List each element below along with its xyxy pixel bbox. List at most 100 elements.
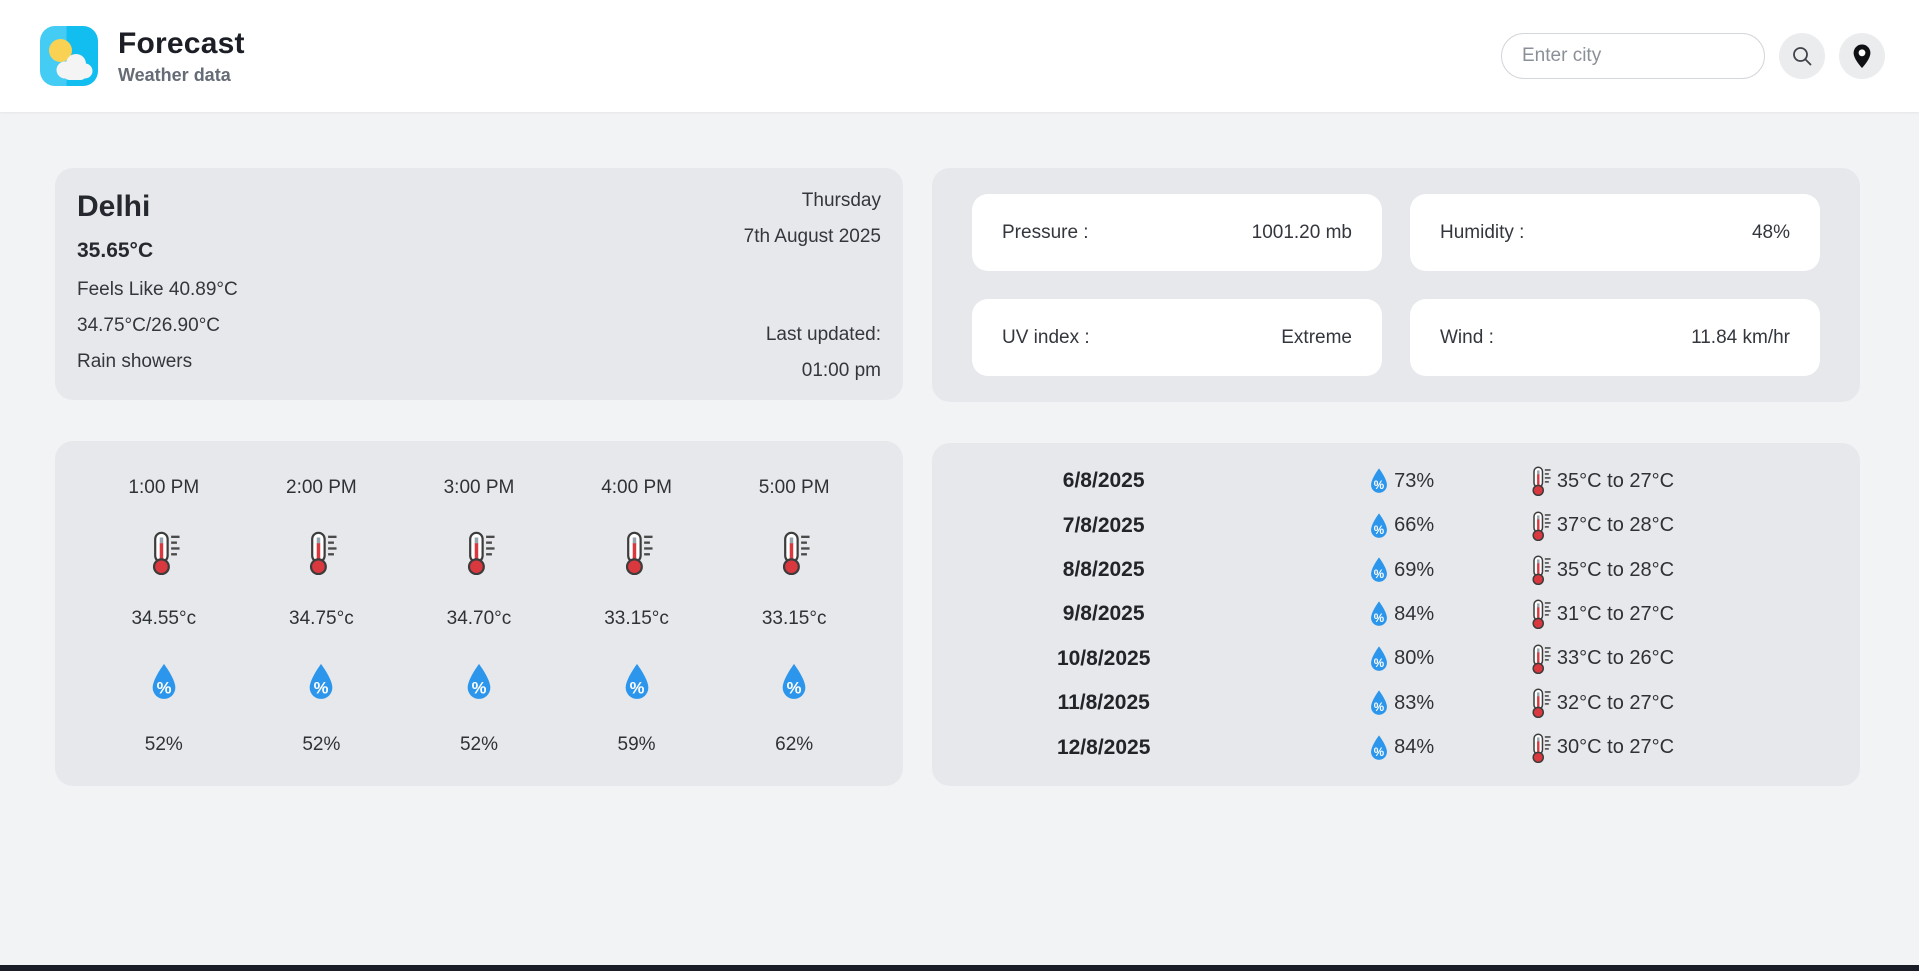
- thermometer-icon: [1526, 466, 1554, 496]
- thermometer-icon: [1526, 733, 1554, 763]
- search-input[interactable]: [1501, 33, 1765, 79]
- thermometer-icon: [1526, 599, 1554, 629]
- humidity-drop-icon: [1367, 467, 1391, 495]
- hour-temperature: 34.70°c: [447, 608, 512, 630]
- daily-forecast-card: 6/8/2025 73% 35°C to 27°C 7/8/2025 66% 3…: [932, 443, 1860, 786]
- hour-time: 1:00 PM: [128, 477, 199, 499]
- day-date: 6/8/2025: [932, 469, 1275, 493]
- day-temp-range: 31°C to 27°C: [1557, 603, 1674, 626]
- day-date: 11/8/2025: [932, 691, 1275, 715]
- thermometer-icon: [1526, 511, 1554, 541]
- humidity-drop-icon: [1367, 689, 1391, 717]
- hourly-column: 2:00 PM 34.75°c 52%: [286, 477, 357, 756]
- thermometer-icon: [1526, 688, 1554, 718]
- hour-humidity: 52%: [145, 734, 183, 756]
- day-humidity: 80%: [1394, 647, 1434, 670]
- date-group: Thursday 7th August 2025: [744, 190, 881, 248]
- humidity-drop-icon: [1367, 512, 1391, 540]
- humidity-label: Humidity :: [1440, 222, 1524, 244]
- daily-row: 6/8/2025 73% 35°C to 27°C: [932, 466, 1860, 496]
- daily-row: 10/8/2025 80% 33°C to 26°C: [932, 644, 1860, 674]
- daily-row: 11/8/2025 83% 32°C to 27°C: [932, 688, 1860, 718]
- location-button[interactable]: [1839, 33, 1885, 79]
- daily-row: 8/8/2025 69% 35°C to 28°C: [932, 555, 1860, 585]
- pressure-label: Pressure :: [1002, 222, 1089, 244]
- page: Forecast Weather data Delhi: [0, 0, 1919, 971]
- hour-time: 2:00 PM: [286, 477, 357, 499]
- uv-index-value: Extreme: [1281, 327, 1352, 349]
- search-icon: [1790, 44, 1814, 68]
- humidity-drop-icon: [147, 662, 181, 702]
- location-pin-icon: [1850, 43, 1874, 69]
- day-humidity: 69%: [1394, 559, 1434, 582]
- hour-temperature: 33.15°c: [604, 608, 669, 630]
- day-date: 9/8/2025: [932, 602, 1275, 626]
- day-temp-range: 30°C to 27°C: [1557, 736, 1674, 759]
- hourly-forecast-card: 1:00 PM 34.55°c 52% 2:00 PM 34.75°c 52% …: [55, 441, 903, 786]
- app-title: Forecast: [118, 27, 245, 61]
- hourly-column: 4:00 PM 33.15°c 59%: [601, 477, 672, 756]
- daily-row: 12/8/2025 84% 30°C to 27°C: [932, 733, 1860, 763]
- hour-temperature: 34.75°c: [289, 608, 354, 630]
- hour-temperature: 33.15°c: [762, 608, 827, 630]
- daily-row: 7/8/2025 66% 37°C to 28°C: [932, 511, 1860, 541]
- pressure-tile: Pressure : 1001.20 mb: [972, 194, 1382, 271]
- day-date: 12/8/2025: [932, 736, 1275, 760]
- day-humidity: 84%: [1394, 603, 1434, 626]
- current-temperature: 35.65°C: [77, 239, 238, 263]
- day-temp-range: 32°C to 27°C: [1557, 692, 1674, 715]
- day-temp-range: 33°C to 26°C: [1557, 647, 1674, 670]
- day-date: 10/8/2025: [932, 647, 1275, 671]
- last-updated-group: Last updated: 01:00 pm: [744, 324, 881, 382]
- day-date: 8/8/2025: [932, 558, 1275, 582]
- thermometer-icon: [1526, 555, 1554, 585]
- uv-index-tile: UV index : Extreme: [972, 299, 1382, 376]
- humidity-drop-icon: [1367, 734, 1391, 762]
- hour-humidity: 59%: [618, 734, 656, 756]
- city-name: Delhi: [77, 190, 238, 224]
- thermometer-icon: [617, 531, 657, 575]
- current-weather-card: Delhi 35.65°C Feels Like 40.89°C 34.75°C…: [55, 168, 903, 400]
- hour-time: 3:00 PM: [444, 477, 515, 499]
- app-subtitle: Weather data: [118, 65, 245, 86]
- wind-tile: Wind : 11.84 km/hr: [1410, 299, 1820, 376]
- hourly-column: 1:00 PM 34.55°c 52%: [128, 477, 199, 756]
- hour-time: 5:00 PM: [759, 477, 830, 499]
- feels-like: Feels Like 40.89°C: [77, 279, 238, 301]
- day-humidity: 83%: [1394, 692, 1434, 715]
- last-updated-time: 01:00 pm: [744, 360, 881, 382]
- current-weather-left: Delhi 35.65°C Feels Like 40.89°C 34.75°C…: [77, 190, 238, 382]
- uv-index-label: UV index :: [1002, 327, 1090, 349]
- humidity-drop-icon: [462, 662, 496, 702]
- day-temp-range: 35°C to 27°C: [1557, 470, 1674, 493]
- thermometer-icon: [774, 531, 814, 575]
- hour-time: 4:00 PM: [601, 477, 672, 499]
- wind-value: 11.84 km/hr: [1691, 327, 1790, 349]
- thermometer-icon: [301, 531, 341, 575]
- sun-cloud-logo-icon: [40, 26, 98, 86]
- search-button[interactable]: [1779, 33, 1825, 79]
- humidity-drop-icon: [777, 662, 811, 702]
- thermometer-icon: [1526, 644, 1554, 674]
- humidity-drop-icon: [1367, 645, 1391, 673]
- weather-details-card: Pressure : 1001.20 mb Humidity : 48% UV …: [932, 168, 1860, 402]
- day-temp-range: 35°C to 28°C: [1557, 559, 1674, 582]
- humidity-drop-icon: [1367, 556, 1391, 584]
- daily-row: 9/8/2025 84% 31°C to 27°C: [932, 599, 1860, 629]
- day-humidity: 84%: [1394, 736, 1434, 759]
- last-updated-label: Last updated:: [744, 324, 881, 346]
- thermometer-icon: [144, 531, 184, 575]
- hour-humidity: 62%: [775, 734, 813, 756]
- day-temp-range: 37°C to 28°C: [1557, 514, 1674, 537]
- day-humidity: 66%: [1394, 514, 1434, 537]
- weather-condition: Rain showers: [77, 351, 238, 373]
- pressure-value: 1001.20 mb: [1252, 222, 1352, 244]
- hour-humidity: 52%: [302, 734, 340, 756]
- day-humidity: 73%: [1394, 470, 1434, 493]
- header-actions: [1501, 33, 1885, 79]
- humidity-drop-icon: [620, 662, 654, 702]
- high-low-temperature: 34.75°C/26.90°C: [77, 315, 238, 337]
- brand-text: Forecast Weather data: [118, 27, 245, 86]
- thermometer-icon: [459, 531, 499, 575]
- footer-bar: [0, 965, 1919, 971]
